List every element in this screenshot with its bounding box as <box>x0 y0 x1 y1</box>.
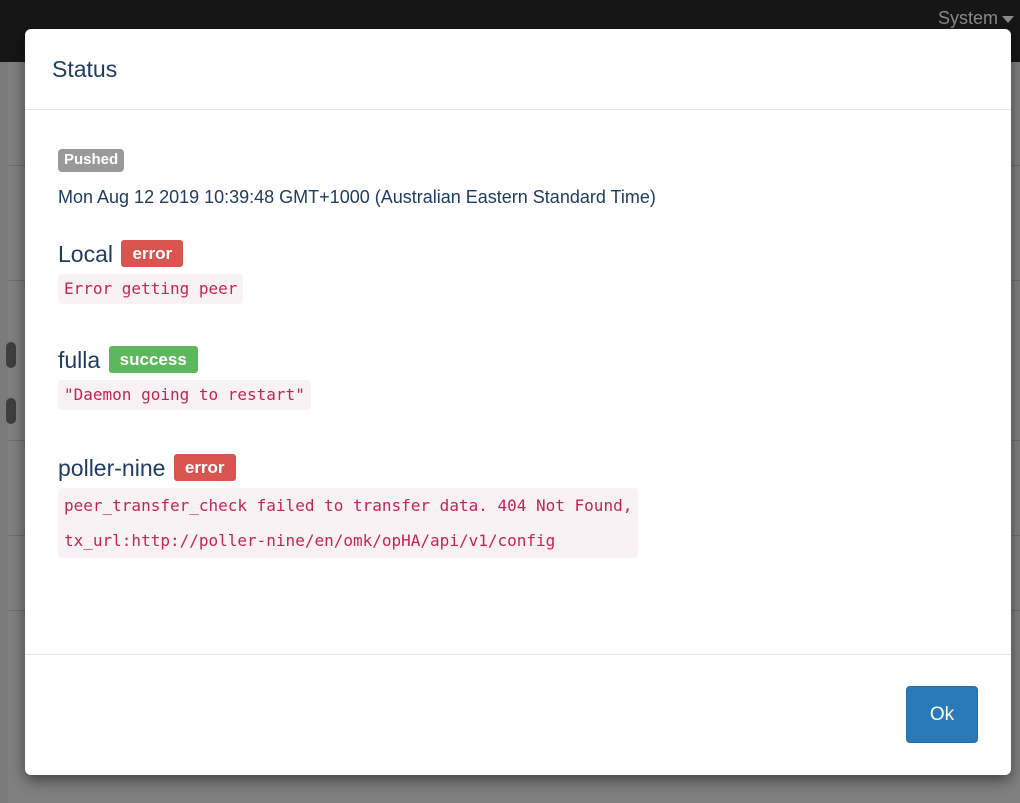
peer-name: Local <box>58 241 113 267</box>
status-badge-error: error <box>173 454 236 481</box>
peer-status-local: Local error Error getting peer <box>58 240 244 304</box>
peer-message: Error getting peer <box>58 274 244 304</box>
modal-title: Status <box>52 56 118 82</box>
system-menu[interactable]: System <box>938 8 1014 29</box>
peer-message-line: peer_transfer_check failed to transfer d… <box>64 496 633 515</box>
pushed-timestamp: Mon Aug 12 2019 10:39:48 GMT+1000 (Austr… <box>58 187 656 207</box>
modal-body: Pushed Mon Aug 12 2019 10:39:48 GMT+1000… <box>25 111 1011 654</box>
peer-name: fulla <box>58 347 101 373</box>
backdrop-button <box>6 342 16 368</box>
status-badge-success: success <box>108 346 198 373</box>
peer-message-line: tx_url:http://poller-nine/en/omk/opHA/ap… <box>64 531 556 550</box>
system-menu-label: System <box>937 8 998 28</box>
modal-footer: Ok <box>25 654 1011 775</box>
peer-message: peer_transfer_check failed to transfer d… <box>58 488 639 558</box>
peer-message: "Daemon going to restart" <box>58 380 311 410</box>
peer-status-fulla: fulla success "Daemon going to restart" <box>58 346 311 410</box>
peer-name: poller-nine <box>58 455 166 481</box>
peer-status-poller-nine: poller-nine error peer_transfer_check fa… <box>58 454 639 558</box>
caret-down-icon <box>1002 15 1014 23</box>
pushed-badge: Pushed <box>58 149 125 172</box>
status-badge-error: error <box>121 240 184 267</box>
backdrop-button <box>6 398 16 424</box>
ok-button[interactable]: Ok <box>906 686 978 743</box>
status-modal: Status Pushed Mon Aug 12 2019 10:39:48 G… <box>25 29 1011 775</box>
modal-header: Status <box>25 29 1011 110</box>
